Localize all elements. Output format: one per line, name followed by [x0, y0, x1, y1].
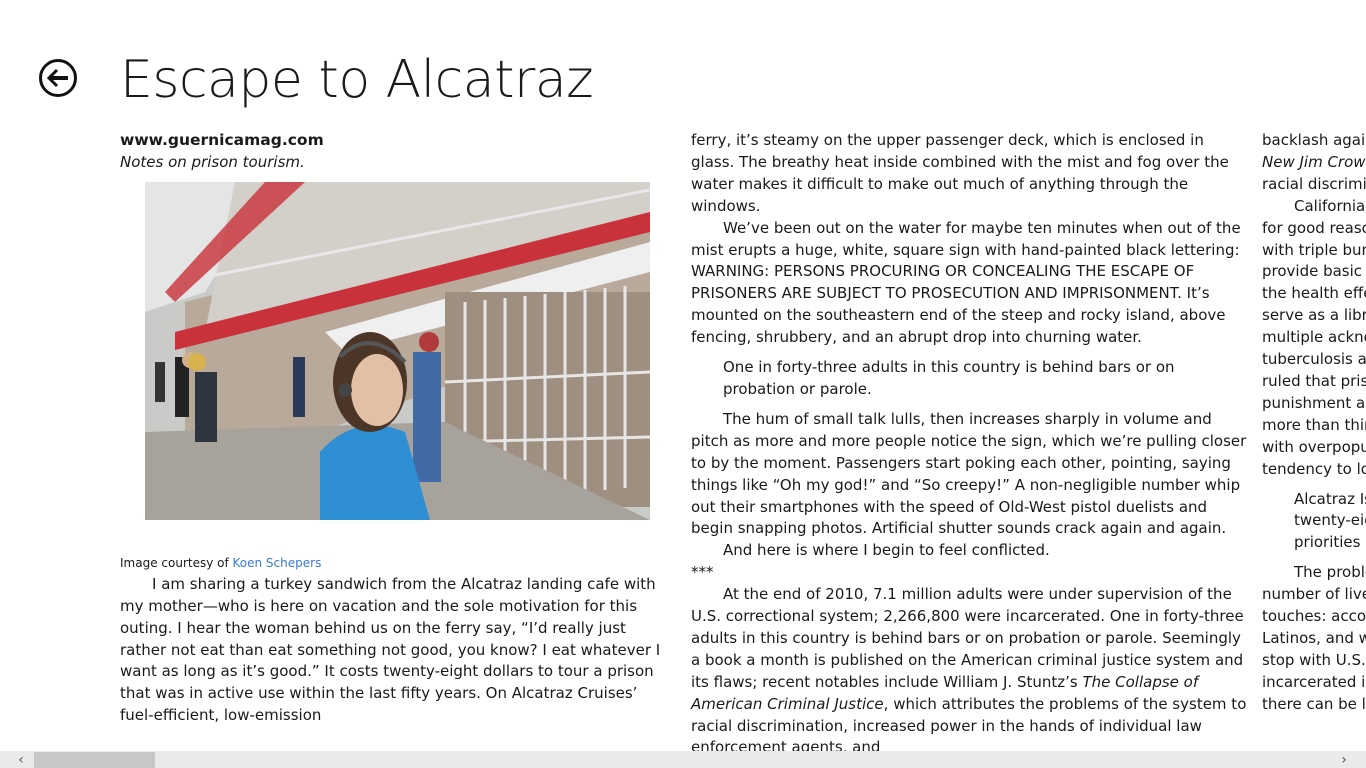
- column-line: New Jim Crow: [1262, 152, 1366, 174]
- paragraph: And here is where I begin to feel confli…: [723, 541, 1050, 560]
- article-column-1: www.guernicamag.com Notes on prison tour…: [120, 130, 675, 727]
- page-title: Escape to Alcatraz: [120, 50, 594, 110]
- column-line: The proble: [1294, 563, 1366, 582]
- column-line: serve as a libra: [1262, 306, 1366, 325]
- back-arrow-icon: [47, 68, 68, 88]
- column-line: stop with U.S. c: [1262, 650, 1366, 669]
- column-line: multiple ackno: [1262, 328, 1366, 347]
- column-line: tuberculosis an: [1262, 350, 1366, 369]
- column-line: twenty-eig: [1294, 511, 1366, 530]
- column-line: with overpopu: [1262, 437, 1366, 456]
- article-column-3: backlash again New Jim Crow racial discr…: [1262, 130, 1366, 716]
- column-line: there can be lit: [1262, 694, 1366, 713]
- article-dek: Notes on prison tourism.: [120, 152, 305, 171]
- column-line: provide basic s: [1262, 262, 1366, 281]
- scrollbar-thumb[interactable]: [34, 752, 155, 768]
- column-line: racial discrimin: [1262, 174, 1366, 193]
- column-line: priorities n: [1294, 533, 1366, 552]
- column-line: ruled that priso: [1262, 371, 1366, 390]
- caption-credit-link[interactable]: Koen Schepers: [233, 556, 322, 570]
- paragraph: At the end of 2010, 7.1 million adults w…: [691, 584, 1247, 759]
- column-line: touches: accor: [1262, 607, 1366, 626]
- paragraph: The hum of small talk lulls, then increa…: [691, 409, 1247, 538]
- column-line: incarcerated in: [1262, 672, 1366, 691]
- column-line: California’: [1294, 196, 1366, 215]
- article-photo: [145, 181, 650, 520]
- column-line: number of live: [1262, 585, 1366, 604]
- caption-prefix: Image courtesy of: [120, 555, 233, 570]
- paragraph: ferry, it’s steamy on the upper passenge…: [691, 131, 1229, 215]
- scroll-left-icon[interactable]: ‹: [14, 752, 28, 768]
- paragraph: I am sharing a turkey sandwich from the …: [120, 574, 661, 725]
- column-line: with triple bun: [1262, 240, 1366, 259]
- image-caption: Image courtesy of Koen Schepers: [120, 554, 675, 572]
- horizontal-scrollbar[interactable]: ‹ ›: [0, 751, 1366, 768]
- section-break: ***: [691, 563, 714, 582]
- column-line: Latinos, and wh: [1262, 628, 1366, 647]
- source-url: www.guernicamag.com: [120, 131, 324, 149]
- paragraph: We’ve been out on the water for maybe te…: [691, 218, 1241, 347]
- alcatraz-cellblock-photo: [145, 181, 650, 520]
- column-line: Alcatraz Is: [1294, 489, 1366, 508]
- column-line: more than thir: [1262, 415, 1366, 434]
- article-column-2: ferry, it’s steamy on the upper passenge…: [691, 130, 1247, 759]
- column-line: for good reaso: [1262, 218, 1366, 237]
- book-title: New Jim Crow: [1262, 152, 1366, 171]
- back-button[interactable]: [39, 59, 77, 97]
- column-line: the health effe: [1262, 284, 1366, 303]
- column-line: tendency to lo: [1262, 459, 1366, 478]
- column-line: backlash again: [1262, 131, 1366, 149]
- pull-quote: One in forty-three adults in this countr…: [723, 358, 1175, 398]
- column-line: punishment an: [1262, 393, 1366, 412]
- scroll-right-icon[interactable]: ›: [1337, 752, 1351, 768]
